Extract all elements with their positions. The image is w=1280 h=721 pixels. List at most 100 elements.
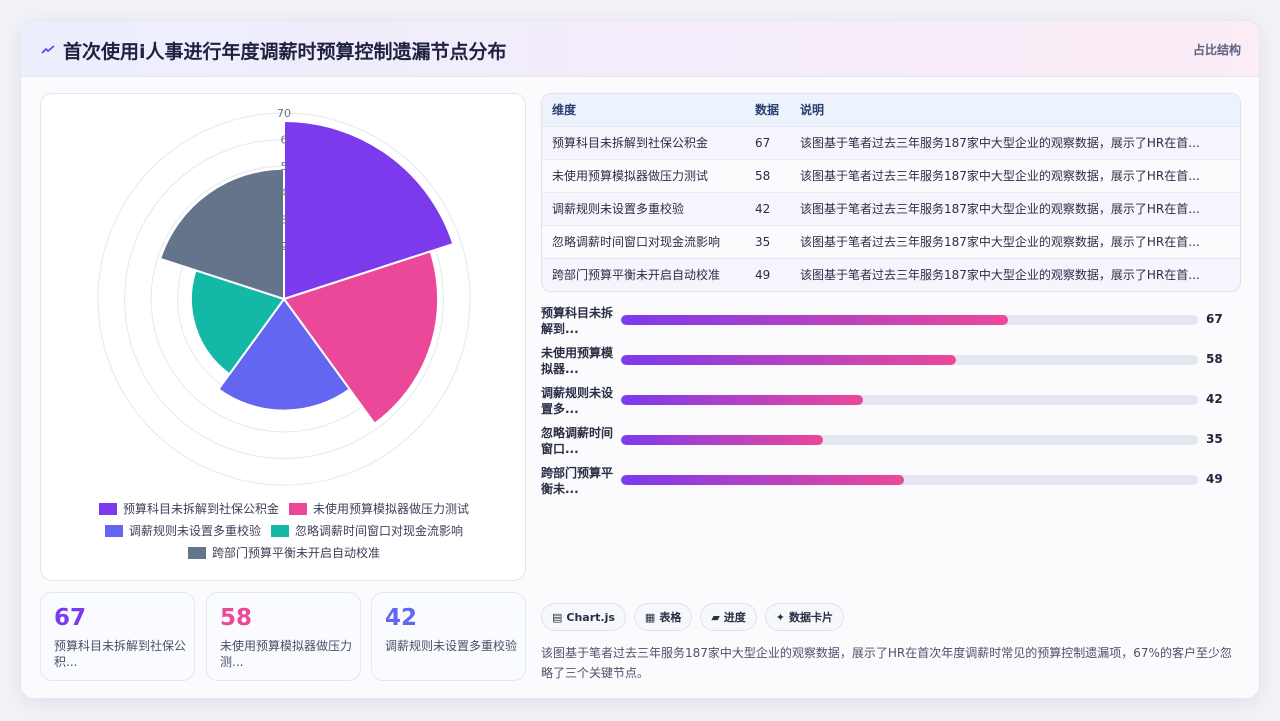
legend-item[interactable]: 跨部门预算平衡未开启自动校准 xyxy=(187,542,380,564)
table-icon: ▦ xyxy=(644,610,656,624)
radial-tick-label: 4 xyxy=(281,187,288,200)
bar-value: 67 xyxy=(1206,312,1223,326)
legend-label: 跨部门预算平衡未开启自动校准 xyxy=(211,546,380,560)
legend-swatch xyxy=(271,525,289,537)
chart-legend: 预算科目未拆解到社保公积金 未使用预算模拟器做压力测试调薪规则未设置多重校验 忽略调… xyxy=(41,498,527,564)
table-cell: 数据 xyxy=(755,103,780,117)
table-cell: 该图基于笔者过去三年服务187家中大型企业的观察数据，展示了HR在首... xyxy=(800,136,1200,150)
legend-item[interactable]: 未使用预算模拟器做压力测试 xyxy=(289,498,469,520)
table-row: 调薪规则未设置多重校验 42 该图基于笔者过去三年服务187家中大型企业的观察数据，… xyxy=(542,193,1240,226)
tag-label: 表格 xyxy=(659,611,682,624)
table-cell: 忽略调薪时间窗口对现金流影响 xyxy=(552,235,721,249)
radial-tick-label: 6 xyxy=(281,134,288,147)
legend-swatch xyxy=(187,547,206,559)
legend-label: 忽略调薪时间窗口对现金流影响 xyxy=(295,524,464,538)
legend-item[interactable]: 调薪规则未设置多重校验 xyxy=(104,520,261,542)
table-cell: 跨部门预算平衡未开启自动校准 xyxy=(552,268,721,282)
legend-label: 未使用预算模拟器做压力测试 xyxy=(313,502,470,516)
stat-label: 未使用预算模拟器做压力测... xyxy=(220,639,353,669)
bar-label: 跨部门预算平衡未... xyxy=(541,466,614,496)
polar-area-chart: 70 6 5 4 3 2 xyxy=(97,107,471,486)
radial-tick-label: 2 xyxy=(281,240,288,253)
bar-label: 忽略调薪时间窗口... xyxy=(541,426,614,456)
bar-fill xyxy=(621,315,1008,325)
bar-value: 42 xyxy=(1206,392,1223,406)
stat-card: 58 未使用预算模拟器做压力测... xyxy=(206,592,361,681)
stat-label: 预算科目未拆解到社保公积... xyxy=(54,639,187,669)
summary-text: 该图基于笔者过去三年服务187家中大型企业的观察数据，展示了HR在首次年度调薪时… xyxy=(541,646,1232,680)
table-cell: 58 xyxy=(755,169,771,183)
stat-value: 42 xyxy=(385,605,418,631)
stat-card: 42 调薪规则未设置多重校验 xyxy=(371,592,526,681)
legend-item[interactable]: 忽略调薪时间窗口对现金流影响 xyxy=(271,520,463,542)
bar-fill xyxy=(621,475,904,485)
bar-fill xyxy=(621,435,823,445)
legend-row: 跨部门预算平衡未开启自动校准 xyxy=(41,542,527,564)
polar-chart-panel: 70 6 5 4 3 2 预算科目未拆解到社保公积金 未使用预算模拟器做压力测试调薪规则未设… xyxy=(40,93,526,581)
progress-icon: ▰ xyxy=(711,610,720,624)
bar-row: 跨部门预算平衡未... 49 xyxy=(541,465,1241,497)
tag-label: 进度 xyxy=(723,611,746,624)
tag-3[interactable]: ✦ 数据卡片 xyxy=(764,603,845,631)
bar-track xyxy=(621,355,1198,365)
table-cell: 说明 xyxy=(800,103,825,117)
pulse-icon xyxy=(41,45,55,54)
radial-tick-label: 5 xyxy=(281,160,288,173)
legend-swatch xyxy=(104,525,123,537)
bar-track xyxy=(621,395,1198,405)
table-cell: 67 xyxy=(755,136,771,150)
table-row: 忽略调薪时间窗口对现金流影响 35 该图基于笔者过去三年服务187家中大型企业的观察… xyxy=(542,226,1240,259)
legend-row: 预算科目未拆解到社保公积金 未使用预算模拟器做压力测试 xyxy=(41,498,527,520)
bar-row: 忽略调薪时间窗口... 35 xyxy=(541,425,1241,457)
radial-tick-label: 70 xyxy=(277,107,291,120)
bar-track xyxy=(621,475,1198,485)
chart-type-label: 占比结构 xyxy=(1192,43,1241,57)
table-cell: 该图基于笔者过去三年服务187家中大型企业的观察数据，展示了HR在首... xyxy=(800,202,1200,216)
main-card: 首次使用i人事进行年度调薪时预算控制遗漏节点分布 占比结构 70 6 5 4 3 2 预算… xyxy=(20,20,1260,699)
legend-swatch xyxy=(289,503,307,515)
table-row: 未使用预算模拟器做压力测试 58 该图基于笔者过去三年服务187家中大型企业的观察数… xyxy=(542,160,1240,193)
table-cell: 预算科目未拆解到社保公积金 xyxy=(552,136,709,150)
sparkle-icon: ✦ xyxy=(775,610,786,624)
bar-row: 预算科目未拆解到... 67 xyxy=(541,305,1241,337)
table-cell: 未使用预算模拟器做压力测试 xyxy=(552,169,709,183)
header: 首次使用i人事进行年度调薪时预算控制遗漏节点分布 占比结构 xyxy=(21,21,1259,77)
bar-row: 调薪规则未设置多... 42 xyxy=(541,385,1241,417)
bar-label: 调薪规则未设置多... xyxy=(541,386,614,416)
chart-icon: ▤ xyxy=(552,610,563,624)
stat-card: 67 预算科目未拆解到社保公积... xyxy=(40,592,195,681)
legend-item[interactable]: 预算科目未拆解到社保公积金 xyxy=(98,498,279,520)
bar-label: 未使用预算模拟器... xyxy=(541,346,614,376)
bar-row: 未使用预算模拟器... 58 xyxy=(541,345,1241,377)
bar-value: 58 xyxy=(1206,352,1223,366)
table-cell: 49 xyxy=(755,268,771,282)
bar-value: 49 xyxy=(1206,472,1223,486)
table-cell: 该图基于笔者过去三年服务187家中大型企业的观察数据，展示了HR在首... xyxy=(800,169,1200,183)
tag-2[interactable]: ▰ 进度 xyxy=(700,603,757,631)
table-cell: 35 xyxy=(755,235,771,249)
legend-row: 调薪规则未设置多重校验 忽略调薪时间窗口对现金流影响 xyxy=(41,520,527,542)
radial-tick-label: 3 xyxy=(281,213,288,226)
tag-0[interactable]: ▤ Chart.js xyxy=(541,603,626,631)
tag-label: Chart.js xyxy=(566,610,615,624)
bar-fill xyxy=(621,395,864,405)
table-cell: 维度 xyxy=(552,103,577,117)
table-cell: 该图基于笔者过去三年服务187家中大型企业的观察数据，展示了HR在首... xyxy=(800,235,1200,249)
page-title: 首次使用i人事进行年度调薪时预算控制遗漏节点分布 xyxy=(63,41,507,63)
stat-value: 67 xyxy=(54,605,87,631)
legend-label: 预算科目未拆解到社保公积金 xyxy=(122,502,279,516)
bar-fill xyxy=(621,355,956,365)
bar-value: 35 xyxy=(1206,432,1223,446)
stat-value: 58 xyxy=(220,605,253,631)
tag-label: 数据卡片 xyxy=(789,611,834,624)
bar-track xyxy=(621,435,1198,445)
table-row: 预算科目未拆解到社保公积金 67 该图基于笔者过去三年服务187家中大型企业的观察数… xyxy=(542,127,1240,160)
legend-label: 调薪规则未设置多重校验 xyxy=(128,524,261,538)
bar-track xyxy=(621,315,1198,325)
polar-slice[interactable] xyxy=(158,167,285,301)
bar-label: 预算科目未拆解到... xyxy=(541,306,614,336)
table-cell: 该图基于笔者过去三年服务187家中大型企业的观察数据，展示了HR在首... xyxy=(800,268,1200,282)
table-row: 跨部门预算平衡未开启自动校准 49 该图基于笔者过去三年服务187家中大型企业的观察… xyxy=(542,259,1240,291)
table-header: 维度 数据 说明 xyxy=(542,94,1240,127)
tag-1[interactable]: ▦ 表格 xyxy=(633,603,693,631)
